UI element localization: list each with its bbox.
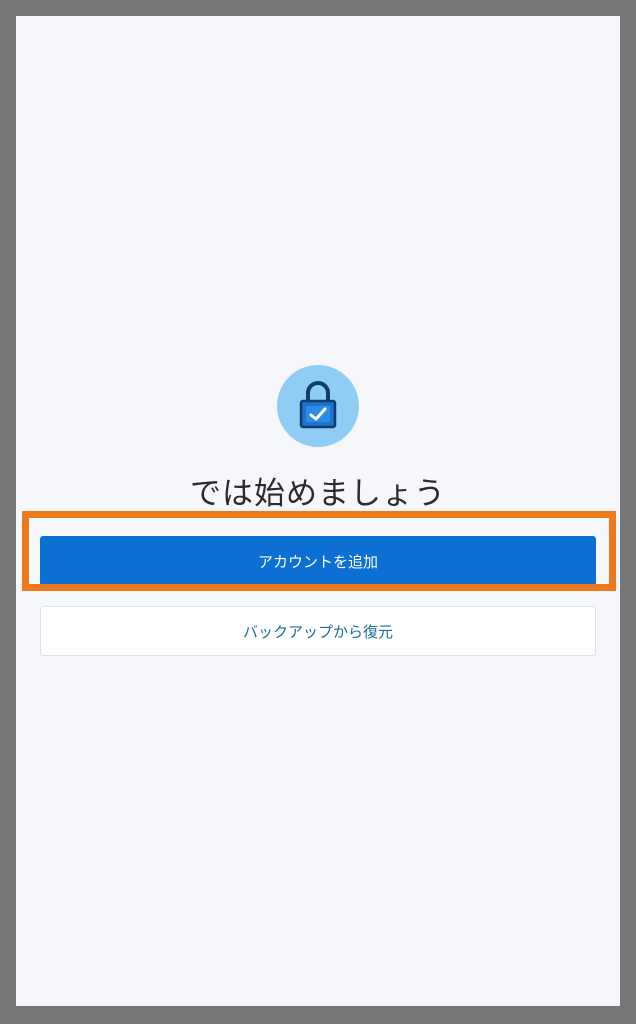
page-title: では始めましょう: [190, 476, 446, 512]
lock-check-icon: [277, 365, 359, 447]
device-frame: では始めましょう アカウントを追加 バックアップから復元: [0, 0, 636, 1024]
highlight-frame: [22, 511, 616, 591]
lock-check-icon-graphic: [299, 381, 337, 429]
app-screen: では始めましょう アカウントを追加 バックアップから復元: [16, 16, 620, 1006]
restore-backup-button[interactable]: バックアップから復元: [40, 606, 596, 656]
